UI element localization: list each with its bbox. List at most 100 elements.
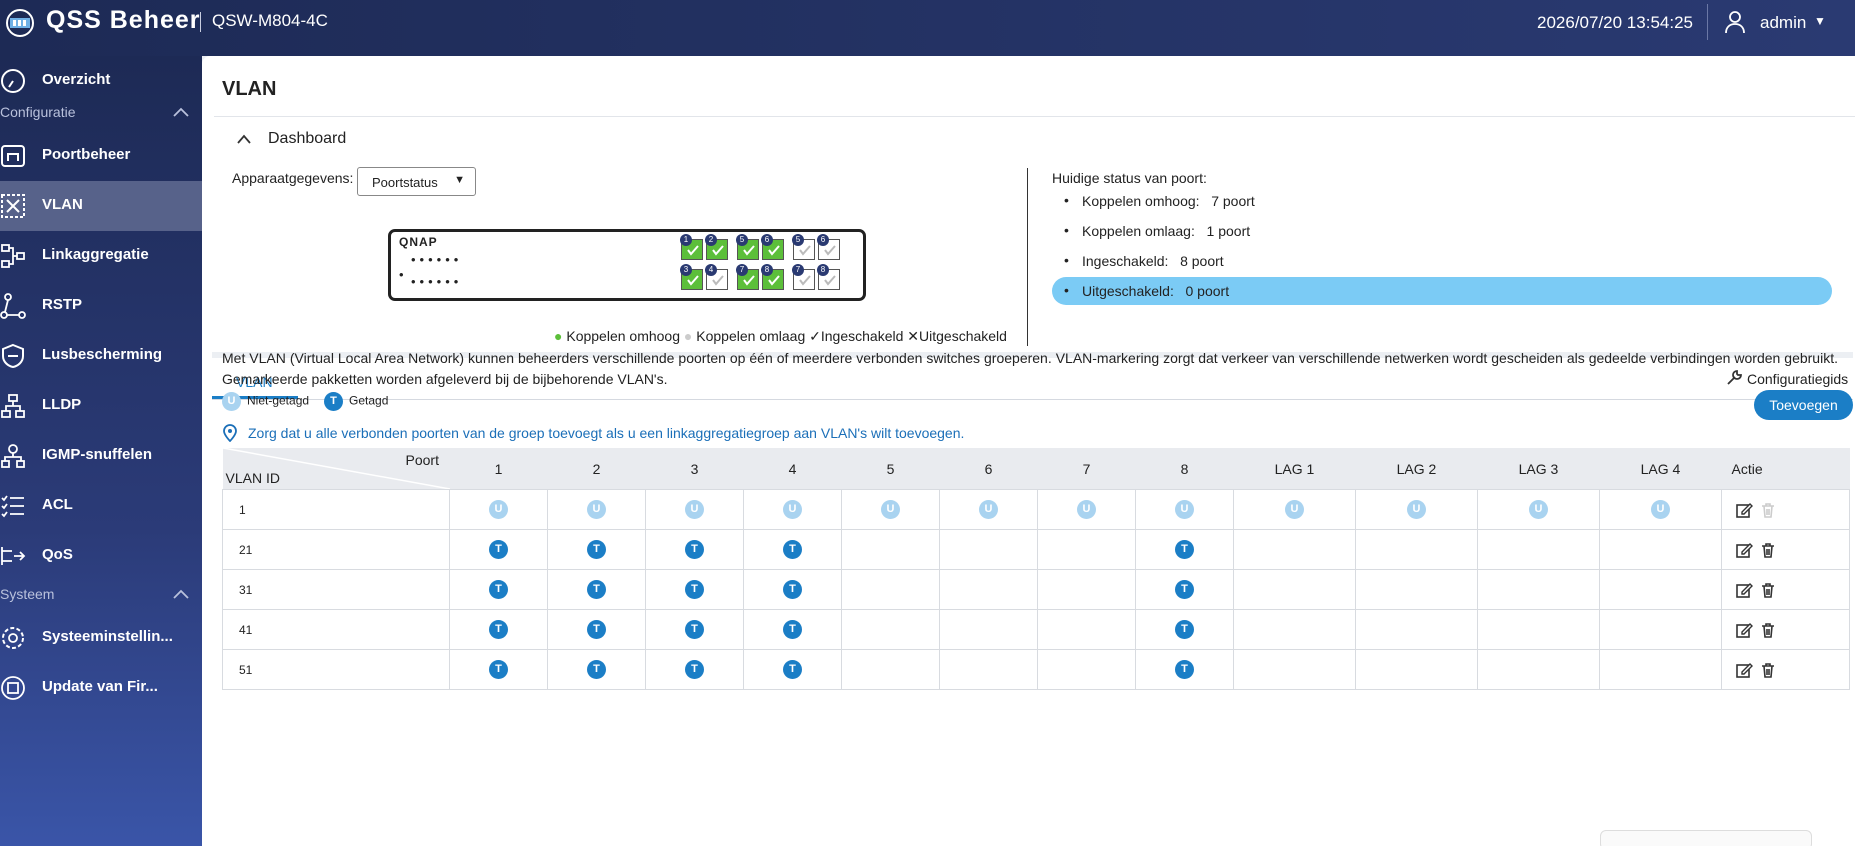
sidebar-item-vlan[interactable]: VLAN: [0, 181, 202, 231]
col-header: LAG 1: [1233, 448, 1356, 490]
port-membership-cell: T: [449, 649, 548, 690]
port-7[interactable]: 7: [736, 264, 759, 290]
port-membership-cell: T: [1135, 569, 1234, 610]
col-header: 5: [841, 448, 940, 490]
port-lag-8[interactable]: 8: [817, 264, 840, 290]
sidebar-item-rstp[interactable]: RSTP: [0, 281, 202, 331]
col-header: 1: [449, 448, 548, 490]
status-label: Uitgeschakeld:: [1082, 283, 1174, 299]
port-membership-cell: T: [743, 569, 842, 610]
user-menu[interactable]: admin: [1760, 13, 1806, 33]
bottom-panel: [1600, 830, 1812, 846]
port-status-select[interactable]: Poortstatus ▼: [357, 167, 476, 196]
status-value: 0 poort: [1185, 283, 1230, 299]
sidebar-item-igmp[interactable]: IGMP-snuffelen: [0, 431, 202, 481]
sidebar-item-qos[interactable]: QoS: [0, 531, 202, 581]
untagged-badge-icon: U: [1407, 500, 1426, 519]
port-membership-cell: [1037, 529, 1136, 570]
port-membership-cell: [939, 529, 1038, 570]
user-icon[interactable]: [1724, 10, 1746, 34]
col-header: LAG 4: [1599, 448, 1722, 490]
tagged-badge-icon: T: [685, 660, 704, 679]
action-cell: [1721, 529, 1850, 570]
port-8[interactable]: 8: [761, 264, 784, 290]
vlan-id-cell: 31: [222, 569, 450, 610]
sidebar-item-overzicht[interactable]: Overzicht: [0, 56, 202, 106]
check-icon: [768, 275, 780, 286]
col-header: 2: [547, 448, 646, 490]
port-lag-5[interactable]: 5: [792, 234, 815, 260]
table-header-row: Poort VLAN ID 1 2 3 4 5 6 7 8 LAG 1 LAG …: [222, 448, 1850, 490]
edit-icon[interactable]: [1735, 621, 1753, 639]
dashboard-header[interactable]: Dashboard: [268, 130, 346, 148]
edit-icon[interactable]: [1735, 581, 1753, 599]
sidebar-item-linkaggregatie[interactable]: Linkaggregatie: [0, 231, 202, 281]
port-membership-cell: T: [547, 649, 646, 690]
port-membership-cell: [1037, 609, 1136, 650]
check-icon: [712, 275, 724, 286]
untagged-badge-icon: U: [1529, 500, 1548, 519]
delete-icon[interactable]: [1759, 541, 1777, 559]
port-membership-cell: U: [449, 489, 548, 530]
lag-info-text: Zorg dat u alle verbonden poorten van de…: [248, 425, 965, 441]
port-membership-cell: [1599, 649, 1722, 690]
sidebar-item-label: Update van Fir...: [42, 678, 158, 695]
port-lag-6[interactable]: 6: [817, 234, 840, 260]
edit-icon[interactable]: [1735, 661, 1753, 679]
port-membership-cell: U: [1135, 489, 1234, 530]
status-leds: ••••••: [411, 252, 463, 267]
port-6[interactable]: 6: [761, 234, 784, 260]
col-header: 4: [743, 448, 842, 490]
sidebar-item-poortbeheer[interactable]: Poortbeheer: [0, 131, 202, 181]
status-value: 8 poort: [1180, 253, 1224, 269]
chevron-up-icon[interactable]: [172, 588, 190, 600]
sidebar-item-acl[interactable]: ACL: [0, 481, 202, 531]
port-membership-cell: T: [547, 609, 646, 650]
location-info-icon: [223, 424, 237, 442]
sidebar-item-systeeminstellingen[interactable]: Systeeminstellin...: [0, 613, 202, 663]
port-membership-cell: [939, 609, 1038, 650]
port-membership-cell: T: [449, 529, 548, 570]
port-membership-cell: [1233, 609, 1356, 650]
sidebar-item-firmware[interactable]: Update van Fir...: [0, 663, 202, 713]
port-membership-cell: [1233, 569, 1356, 610]
sidebar-item-lldp[interactable]: LLDP: [0, 381, 202, 431]
delete-icon[interactable]: [1759, 581, 1777, 599]
port-lag-7[interactable]: 7: [792, 264, 815, 290]
col-header: 6: [939, 448, 1038, 490]
add-vlan-button[interactable]: Toevoegen: [1754, 390, 1853, 420]
port-4[interactable]: 4: [705, 264, 728, 290]
check-icon: ✓: [809, 328, 821, 344]
port-1[interactable]: 1: [680, 234, 703, 260]
tagged-badge-icon: T: [1175, 660, 1194, 679]
corner-port-label: Poort: [405, 452, 439, 468]
port-membership-cell: T: [743, 609, 842, 650]
port-2[interactable]: 2: [705, 234, 728, 260]
delete-icon[interactable]: [1759, 621, 1777, 639]
status-value: 7 poort: [1211, 193, 1255, 209]
table-row: 21 T T T T T: [222, 529, 1850, 570]
table-row: 1 U U U U U U U U U U U U: [222, 489, 1850, 530]
legend-disabled: Uitgeschakeld: [919, 328, 1007, 344]
edit-icon[interactable]: [1735, 501, 1753, 519]
untagged-badge-icon: U: [881, 500, 900, 519]
table-row: 31 T T T T T: [222, 569, 1850, 610]
chevron-down-icon[interactable]: ▼: [1814, 14, 1826, 28]
vlan-id-cell: 21: [222, 529, 450, 570]
sidebar-item-lusbescherming[interactable]: Lusbescherming: [0, 331, 202, 381]
rstp-icon: [0, 293, 26, 319]
tagged-label: Getagd: [349, 393, 389, 408]
port-5[interactable]: 5: [736, 234, 759, 260]
port-3[interactable]: 3: [680, 264, 703, 290]
delete-icon[interactable]: [1759, 661, 1777, 679]
tagged-badge-icon: T: [489, 580, 508, 599]
chevron-up-icon[interactable]: [172, 106, 190, 118]
sidebar-section-systeem[interactable]: Systeem: [0, 582, 202, 608]
chevron-up-icon[interactable]: [236, 133, 252, 145]
port-membership-cell: [841, 569, 940, 610]
sidebar-section-configuratie[interactable]: Configuratie: [0, 100, 202, 126]
port-membership-cell: [1477, 529, 1600, 570]
edit-icon[interactable]: [1735, 541, 1753, 559]
igmp-icon: [1, 444, 25, 468]
status-label: Koppelen omhoog:: [1082, 193, 1200, 209]
